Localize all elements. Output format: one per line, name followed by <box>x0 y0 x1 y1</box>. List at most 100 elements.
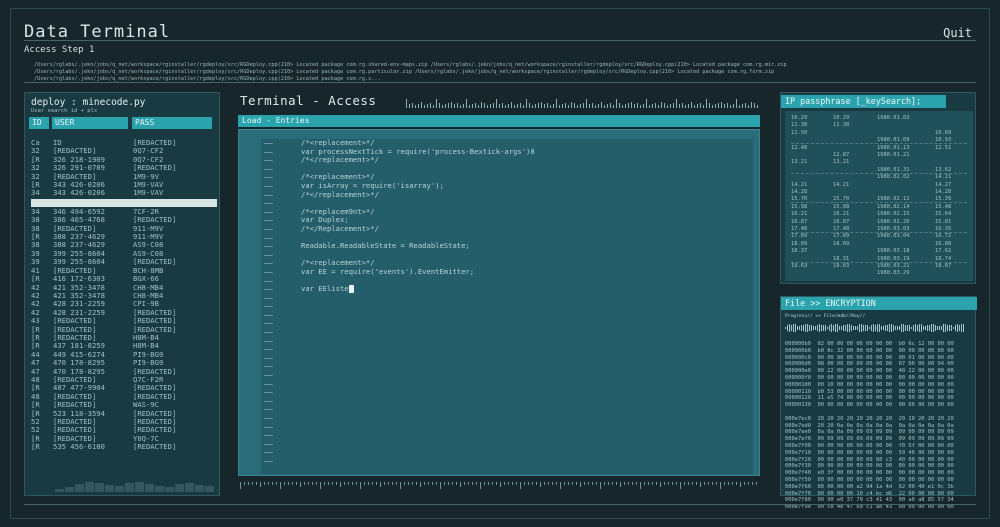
terminal-window[interactable]: —— —— —— —— —— —— —— —— —— —— —— —— —— —… <box>238 129 760 476</box>
tick-mark <box>672 482 673 485</box>
table-row[interactable]: [R 326 218-1909 0Q7-CF2 <box>31 156 217 164</box>
table-row[interactable]: 38 388 237-4629 AS9-C08 <box>31 241 217 249</box>
table-row[interactable]: 47 470 178-8295 [REDACTED] <box>31 368 217 376</box>
tick-mark <box>472 104 473 108</box>
tick-mark <box>260 482 261 487</box>
tick-mark <box>658 105 659 108</box>
tick-mark <box>652 104 653 108</box>
tick-mark <box>492 482 493 485</box>
table-row[interactable]: 44 449 415-6274 PI9-BG9 <box>31 351 217 359</box>
tick-mark <box>487 105 488 108</box>
table-row[interactable]: 39 399 255-8604 [REDACTED] <box>31 258 217 266</box>
tick-mark <box>652 482 653 485</box>
table-row[interactable]: [R 437 181-8259 H8M-B4 <box>31 342 217 350</box>
wave-bar <box>847 324 848 332</box>
tick-mark <box>420 482 421 487</box>
tick-mark <box>676 482 677 485</box>
divider-mid <box>24 82 976 83</box>
tick-mark <box>636 482 637 485</box>
table-row[interactable]: 42 421 352-3478 CH8-MB4 <box>31 284 217 292</box>
ip-cell: 18.09 <box>833 240 850 247</box>
table-cell: 42 <box>31 300 40 309</box>
table-row[interactable]: [R 343 426-0206 1M9-VAV <box>31 181 217 189</box>
wave-bar <box>913 325 914 331</box>
tick-mark <box>536 482 537 485</box>
table-row[interactable]: 48 [REDACTED] [REDACTED] <box>31 393 217 401</box>
table-cell: BCH-8MB <box>133 266 164 275</box>
tick-mark <box>480 482 481 489</box>
tick-mark <box>436 482 437 485</box>
ip-cell: 12.48 <box>791 144 808 151</box>
table-row[interactable]: 42 428 231-2259 CPI-9B <box>31 300 217 308</box>
tick-mark <box>316 482 317 485</box>
table-row[interactable]: 32 326 291-0789 [REDACTED] <box>31 164 217 172</box>
tick-mark <box>444 482 445 485</box>
table-cell: CPI-9B <box>133 300 159 309</box>
table-row[interactable]: [R [REDACTED] WAS-9C <box>31 401 217 409</box>
tick-mark <box>580 104 581 108</box>
wave-bar <box>929 324 930 332</box>
table-row[interactable]: 47 470 178-8295 PI9-BG9 <box>31 359 217 367</box>
table-row[interactable]: 32 [REDACTED] 0Q7-CF2 <box>31 147 217 155</box>
table-row[interactable]: [R 388 237-4629 911-M9V <box>31 233 217 241</box>
tick-mark <box>684 482 685 485</box>
table-row[interactable]: [R 487 477-9904 [REDACTED] <box>31 384 217 392</box>
tick-mark <box>696 482 697 485</box>
terminal-editor[interactable]: —— —— —— —— —— —— —— —— —— —— —— —— —— —… <box>261 138 753 474</box>
table-row[interactable]: 38 386 465-4768 [REDACTED] <box>31 216 217 224</box>
table-row[interactable]: 34 346 494-6592 7CF-2R <box>31 208 217 216</box>
tick-mark <box>704 482 705 485</box>
wave-bar <box>919 324 920 332</box>
table-row[interactable]: 32 [REDACTED] 1M9-9V <box>31 173 217 181</box>
tick-mark <box>562 104 563 108</box>
table-row[interactable]: [R [REDACTED] H8M-B4 <box>31 334 217 342</box>
ip-cell: 10.29 <box>791 115 808 121</box>
ip-cell: 16.72 <box>935 233 952 240</box>
bottom-tick-ruler <box>240 482 760 490</box>
tick-mark <box>646 99 647 108</box>
column-header-user[interactable]: USER <box>52 117 128 129</box>
table-cell: [REDACTED] <box>133 426 177 435</box>
wave-bar <box>879 324 880 332</box>
wave-bar <box>863 324 864 332</box>
table-row[interactable]: 52 [REDACTED] [REDACTED] <box>31 418 217 426</box>
quit-button[interactable]: Quit <box>943 26 972 41</box>
table-row[interactable]: 39 399 255-8604 AS9-C08 <box>31 250 217 258</box>
table-row[interactable]: 48 [REDACTED] Q7C-F2R <box>31 376 217 384</box>
table-row[interactable]: 38 [REDACTED] 911-M9V <box>31 225 217 233</box>
wave-bar <box>825 324 826 332</box>
wave-bar <box>961 324 962 332</box>
table-row[interactable]: [R [REDACTED] Y0Q-7C <box>31 435 217 443</box>
code-area[interactable]: /*<replacement>*/ var processNextTick = … <box>301 138 535 294</box>
table-row[interactable]: [R 523 118-3594 [REDACTED] <box>31 410 217 418</box>
table-cell: CH8-MB4 <box>133 291 164 300</box>
table-row[interactable]: [R 535 456-6180 [REDACTED] <box>31 443 217 451</box>
selected-row[interactable] <box>31 198 217 207</box>
tick-mark <box>535 104 536 108</box>
activity-bar <box>65 487 74 492</box>
wave-bar <box>821 324 822 332</box>
wave-bar <box>859 324 860 332</box>
wave-bar <box>789 324 790 332</box>
table-row[interactable]: [R [REDACTED] [REDACTED] <box>31 326 217 334</box>
table-row[interactable]: 41 [REDACTED] BCH-8MB <box>31 267 217 275</box>
column-header-id[interactable]: ID <box>29 117 49 129</box>
tick-mark <box>328 482 329 485</box>
ip-table: 10.29 10.29 1980.01.03 11.38 11.38 11.50 10.69… <box>785 111 973 281</box>
table-row[interactable]: Ca ID [REDACTED] <box>31 139 217 147</box>
table-row[interactable]: 42 421 352-3478 CH8-MB4 <box>31 292 217 300</box>
table-cell: [REDACTED] <box>53 426 97 435</box>
table-row[interactable]: 43 [REDACTED] [REDACTED] <box>31 317 217 325</box>
table-cell: 911-M9V <box>133 233 164 242</box>
table-cell: CH8-MB4 <box>133 283 164 292</box>
column-header-pass[interactable]: PASS <box>132 117 212 129</box>
load-entries-bar[interactable]: Load - Entries <box>238 115 760 127</box>
tick-mark <box>576 482 577 485</box>
wave-bar <box>803 325 804 331</box>
table-row[interactable]: 52 [REDACTED] [REDACTED] <box>31 426 217 434</box>
tick-mark <box>548 482 549 485</box>
table-row[interactable]: [R 416 172-6303 BGX-66 <box>31 275 217 283</box>
table-row[interactable]: 42 428 231-2259 [REDACTED] <box>31 309 217 317</box>
table-row[interactable]: 34 343 426-0206 1M9-VAV <box>31 189 217 197</box>
table-cell: BGX-66 <box>133 275 159 284</box>
